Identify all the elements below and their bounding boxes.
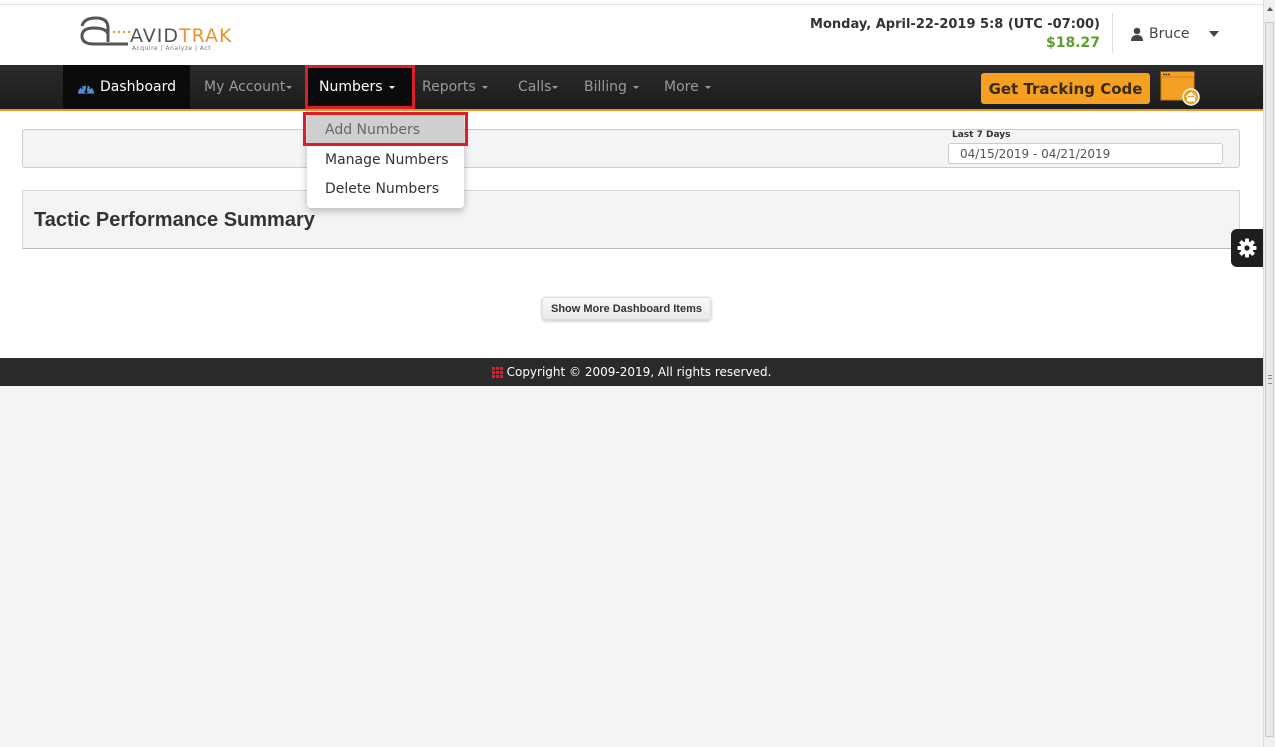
caret-down-icon	[632, 85, 639, 89]
panel-title: Tactic Performance Summary	[34, 209, 315, 231]
caret-down-icon	[388, 85, 395, 89]
caret-down-icon	[1208, 31, 1219, 37]
nav-my-account[interactable]: My Account	[190, 65, 306, 109]
grip-icon	[1268, 375, 1272, 384]
logo-brand-trak: TRAK	[179, 25, 233, 47]
menu-item-manage-numbers[interactable]: Manage Numbers	[307, 145, 464, 175]
caret-down-icon	[552, 85, 559, 89]
nav-my-account-label: My Account	[204, 79, 286, 95]
get-tracking-code-button[interactable]: Get Tracking Code	[981, 73, 1150, 104]
avidtrak-logo[interactable]: AVIDTRAK Acquire | Analyze | Act	[78, 14, 232, 54]
nav-billing-label: Billing	[584, 79, 627, 95]
grid-icon	[491, 366, 503, 378]
top-border	[0, 4, 1263, 5]
nav-reports[interactable]: Reports	[408, 65, 502, 109]
nav-dashboard-label: Dashboard	[100, 79, 176, 95]
arrow-up-icon	[1266, 6, 1273, 11]
date-range-input[interactable]	[948, 143, 1223, 164]
header-divider	[1112, 13, 1113, 53]
dashboard-gauge-icon	[77, 83, 95, 94]
nav-calls-label: Calls	[518, 79, 552, 95]
menu-item-add-numbers[interactable]: Add Numbers	[307, 115, 464, 145]
numbers-dropdown-menu: Add Numbers Manage Numbers Delete Number…	[307, 112, 464, 208]
nav-more-label: More	[664, 79, 699, 95]
show-more-dashboard-items-button[interactable]: Show More Dashboard Items	[542, 297, 711, 320]
current-datetime: Monday, April-22-2019 5:8 (UTC -07:00)	[810, 17, 1100, 32]
settings-tab[interactable]	[1231, 229, 1263, 267]
nav-more[interactable]: More	[650, 65, 725, 109]
user-menu[interactable]: Bruce	[1130, 26, 1219, 42]
header-info: Monday, April-22-2019 5:8 (UTC -07:00) $…	[810, 16, 1100, 52]
footer: Copyright © 2009-2019, All rights reserv…	[0, 358, 1263, 386]
user-name: Bruce	[1149, 26, 1190, 42]
scrollbar-thumb[interactable]	[1265, 22, 1274, 737]
nav-dashboard[interactable]: Dashboard	[63, 65, 190, 109]
nav-numbers[interactable]: Numbers	[305, 65, 415, 109]
logo-brand-avid: AVID	[130, 25, 180, 47]
date-range-label: Last 7 Days	[952, 130, 1011, 140]
tactic-performance-panel: Tactic Performance Summary	[22, 190, 1240, 249]
copyright-text: Copyright © 2009-2019, All rights reserv…	[506, 365, 772, 379]
page: AVIDTRAK Acquire | Analyze | Act Monday,…	[0, 0, 1263, 747]
vertical-scrollbar[interactable]	[1263, 0, 1275, 747]
gear-icon	[1237, 238, 1257, 258]
logo-brand-text: AVIDTRAK	[130, 25, 233, 47]
account-balance: $18.27	[1045, 35, 1100, 51]
logo-tagline: Acquire | Analyze | Act	[132, 45, 212, 52]
caret-down-icon	[704, 85, 711, 89]
caret-down-icon	[286, 85, 293, 89]
caret-down-icon	[481, 85, 488, 89]
logo-mark-icon	[80, 16, 131, 46]
user-icon	[1131, 27, 1143, 41]
nav-billing[interactable]: Billing	[570, 65, 653, 109]
browser-home-icon[interactable]	[1160, 71, 1200, 106]
nav-calls[interactable]: Calls	[504, 65, 572, 109]
nav-numbers-label: Numbers	[319, 79, 383, 95]
menu-item-delete-numbers[interactable]: Delete Numbers	[307, 174, 464, 204]
nav-reports-label: Reports	[422, 79, 476, 95]
scroll-up-button[interactable]	[1264, 0, 1275, 17]
